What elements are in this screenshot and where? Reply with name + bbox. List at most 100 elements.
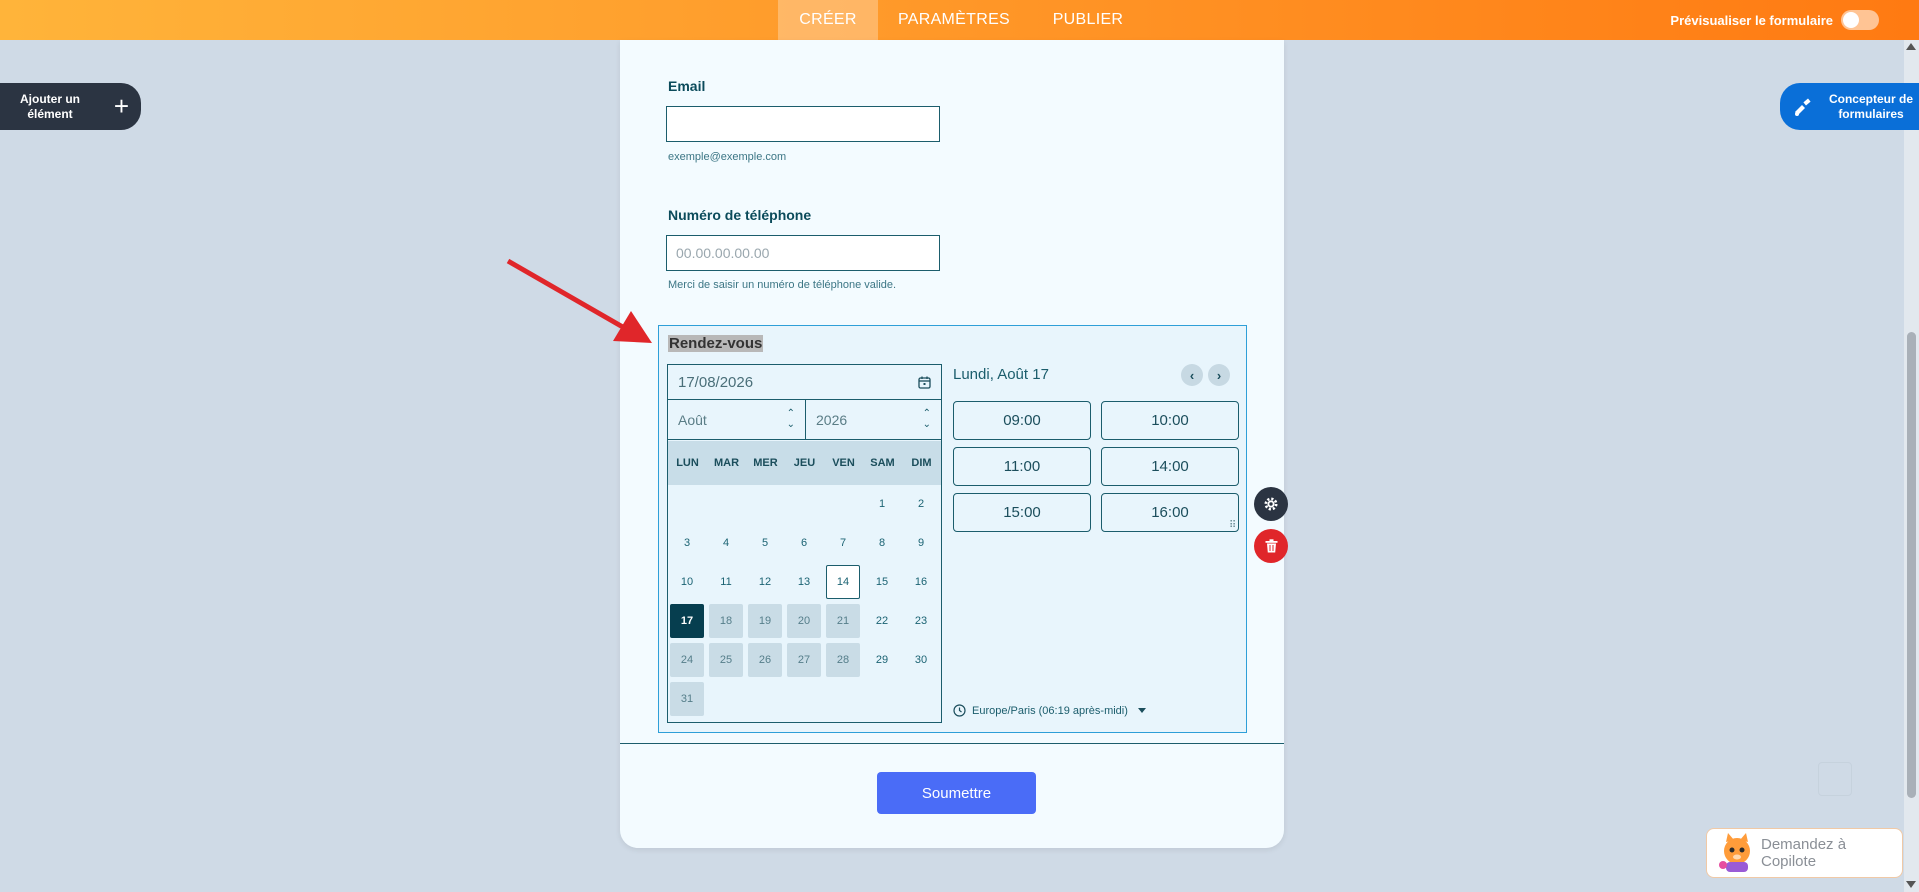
chevron-right-icon: › — [1216, 367, 1222, 383]
calendar-day[interactable]: 6 — [787, 526, 821, 560]
scroll-up-arrow-icon[interactable] — [1906, 43, 1916, 50]
paint-roller-icon — [1780, 96, 1826, 118]
phone-label: Numéro de téléphone — [668, 207, 812, 223]
weekday-header: LUN MAR MER JEU VEN SAM DIM — [668, 441, 941, 485]
weekday-label: LUN — [676, 457, 699, 469]
calendar-day[interactable]: 15 — [865, 565, 899, 599]
timezone-select[interactable]: Europe/Paris (06:19 après-midi) — [953, 704, 1146, 717]
calendar-day[interactable]: 9 — [904, 526, 938, 560]
calendar-day[interactable]: 24 — [670, 643, 704, 677]
submit-button[interactable]: Soumettre — [877, 772, 1036, 814]
appointment-label[interactable]: Rendez-vous — [668, 335, 764, 352]
clock-icon — [953, 704, 966, 717]
updown-arrow-icon: ⌃ ⌄ — [786, 408, 795, 430]
phone-placeholder: 00.00.00.00.00 — [676, 245, 770, 261]
calendar-day[interactable]: 27 — [787, 643, 821, 677]
scroll-down-arrow-icon[interactable] — [1906, 881, 1916, 888]
date-value: 17/08/2026 — [678, 374, 754, 391]
copilot-mascot-icon — [1715, 833, 1759, 873]
scroll-thumb[interactable] — [1907, 332, 1916, 798]
calendar-day[interactable]: 17 — [670, 604, 704, 638]
time-slot[interactable]: 14:00 — [1101, 447, 1239, 486]
main-tabs: CRÉER PARAMÈTRES PUBLIER — [778, 0, 1146, 40]
copilot-button[interactable]: Demandez à Copilote — [1706, 828, 1903, 878]
form-designer-label: Concepteur de formulaires — [1828, 91, 1913, 121]
calendar-day[interactable]: 20 — [787, 604, 821, 638]
updown-arrow-icon: ⌃ ⌄ — [922, 408, 931, 430]
top-bar: CRÉER PARAMÈTRES PUBLIER Prévisualiser l… — [0, 0, 1919, 40]
tab-parametres[interactable]: PARAMÈTRES — [878, 0, 1030, 40]
calendar-day[interactable]: 31 — [670, 682, 704, 716]
calendar-day[interactable]: 26 — [748, 643, 782, 677]
email-hint: exemple@exemple.com — [668, 151, 787, 163]
calendar-day[interactable]: 3 — [670, 526, 704, 560]
weekday-label: JEU — [793, 457, 816, 469]
year-select[interactable]: 2026 ⌃ ⌄ — [806, 400, 941, 440]
time-slot[interactable]: 15:00 — [953, 493, 1091, 532]
form-divider — [620, 743, 1284, 744]
month-select[interactable]: Août ⌃ ⌄ — [668, 400, 806, 440]
date-input[interactable]: 17/08/2026 — [668, 365, 941, 400]
calendar-day[interactable]: 4 — [709, 526, 743, 560]
email-label: Email — [668, 78, 706, 94]
preview-toggle[interactable] — [1841, 10, 1879, 30]
chevron-left-icon: ‹ — [1189, 367, 1195, 383]
tab-publier[interactable]: PUBLIER — [1030, 0, 1146, 40]
calendar-day[interactable]: 28 — [826, 643, 860, 677]
calendar-day[interactable]: 25 — [709, 643, 743, 677]
tab-creer[interactable]: CRÉER — [778, 0, 878, 40]
toggle-knob — [1843, 12, 1859, 28]
delete-field-button[interactable] — [1254, 529, 1288, 563]
calendar: 17/08/2026 Août ⌃ ⌄ 2026 ⌃ ⌄ LUN MAR MER J… — [667, 364, 942, 723]
calendar-day[interactable]: 7 — [826, 526, 860, 560]
resize-handle-icon[interactable]: ⠿ — [1229, 521, 1236, 531]
field-settings-button[interactable] — [1254, 487, 1288, 521]
calendar-day[interactable]: 30 — [904, 643, 938, 677]
calendar-day[interactable]: 13 — [787, 565, 821, 599]
appointment-field[interactable]: Rendez-vous 17/08/2026 Août ⌃ ⌄ 2026 ⌃ ⌄ L… — [658, 325, 1247, 733]
email-field[interactable] — [666, 106, 940, 142]
calendar-day[interactable]: 1 — [865, 487, 899, 521]
scroll-top-icon[interactable] — [1818, 762, 1852, 796]
copilot-label: Demandez à Copilote — [1761, 836, 1847, 870]
calendar-day[interactable]: 23 — [904, 604, 938, 638]
month-value: Août — [678, 412, 707, 428]
calendar-day[interactable]: 11 — [709, 565, 743, 599]
calendar-day[interactable]: 21 — [826, 604, 860, 638]
annotation-arrow-icon — [506, 258, 652, 343]
time-slot[interactable]: 10:00 — [1101, 401, 1239, 440]
calendar-day[interactable]: 19 — [748, 604, 782, 638]
weekday-label: MER — [753, 457, 778, 469]
prev-day-button[interactable]: ‹ — [1181, 364, 1203, 386]
calendar-day[interactable]: 22 — [865, 604, 899, 638]
phone-field[interactable]: 00.00.00.00.00 — [666, 235, 940, 271]
time-slot[interactable]: 11:00 — [953, 447, 1091, 486]
weekday-label: DIM — [911, 457, 932, 469]
calendar-day[interactable]: 18 — [709, 604, 743, 638]
plus-icon: + — [113, 91, 129, 121]
weekday-label: VEN — [832, 457, 855, 469]
slots-heading: Lundi, Août 17 — [953, 366, 1049, 383]
calendar-day[interactable]: 14 — [826, 565, 860, 599]
next-day-button[interactable]: › — [1208, 364, 1230, 386]
gear-icon — [1264, 497, 1278, 511]
year-value: 2026 — [816, 412, 848, 428]
preview-label: Prévisualiser le formulaire — [1670, 12, 1833, 28]
calendar-icon[interactable] — [918, 376, 931, 394]
timezone-label: Europe/Paris (06:19 après-midi) — [972, 704, 1128, 717]
calendar-day[interactable]: 8 — [865, 526, 899, 560]
phone-hint: Merci de saisir un numéro de téléphone v… — [668, 279, 897, 291]
weekday-label: MAR — [713, 457, 740, 469]
calendar-day[interactable]: 16 — [904, 565, 938, 599]
time-slot[interactable]: 09:00 — [953, 401, 1091, 440]
calendar-day[interactable]: 10 — [670, 565, 704, 599]
weekday-label: SAM — [870, 457, 895, 469]
add-element-button[interactable]: Ajouter un élément + — [0, 83, 141, 130]
form-designer-button[interactable]: Concepteur de formulaires — [1780, 83, 1919, 130]
calendar-day[interactable]: 29 — [865, 643, 899, 677]
calendar-day[interactable]: 2 — [904, 487, 938, 521]
time-slot[interactable]: 16:00 — [1101, 493, 1239, 532]
calendar-day[interactable]: 12 — [748, 565, 782, 599]
calendar-day[interactable]: 5 — [748, 526, 782, 560]
trash-icon — [1265, 539, 1277, 553]
